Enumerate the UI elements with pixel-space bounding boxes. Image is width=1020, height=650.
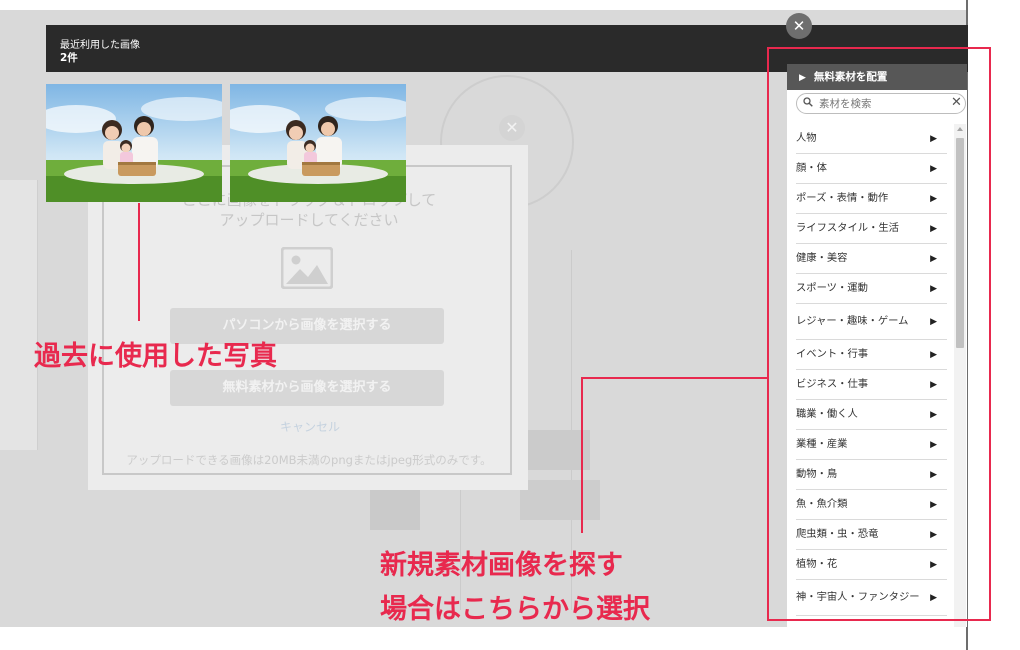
close-button[interactable]: ✕ [786, 13, 812, 39]
background-card [520, 480, 600, 520]
callout-line-right-horizontal [581, 377, 768, 379]
recent-image-thumbnail[interactable] [230, 84, 406, 202]
drop-instruction-line2: アップロードしてください [219, 211, 399, 229]
upload-dialog-close-button[interactable]: ✕ [499, 115, 525, 141]
recent-image-thumbnail[interactable] [46, 84, 222, 202]
callout-line-right-vertical [581, 377, 583, 533]
callout-new-material-line2: 場合はこちらから選択 [380, 594, 650, 625]
callout-new-material-line1: 新規素材画像を探す [380, 550, 623, 581]
sidebar-highlight-box [767, 47, 991, 621]
callout-past-photos: 過去に使用した写真 [34, 341, 277, 372]
image-placeholder-icon [281, 247, 333, 289]
callout-new-material: 新規素材画像を探す 場合はこちらから選択 [380, 544, 650, 632]
background-left-panel [0, 180, 38, 450]
page-top-strip [0, 0, 1020, 10]
recent-images-title: 最近利用した画像 [60, 40, 140, 51]
cancel-link[interactable]: キャンセル [250, 418, 370, 435]
background-card [520, 430, 590, 470]
callout-line-left [138, 203, 140, 321]
select-from-free-material-button[interactable]: 無料素材から画像を選択する [170, 370, 444, 406]
recent-images-count: 2件 [60, 52, 78, 64]
background-card [370, 490, 420, 530]
upload-note: アップロードできる画像は20MB未満のpngまたはjpeg形式のみです。 [126, 453, 492, 467]
